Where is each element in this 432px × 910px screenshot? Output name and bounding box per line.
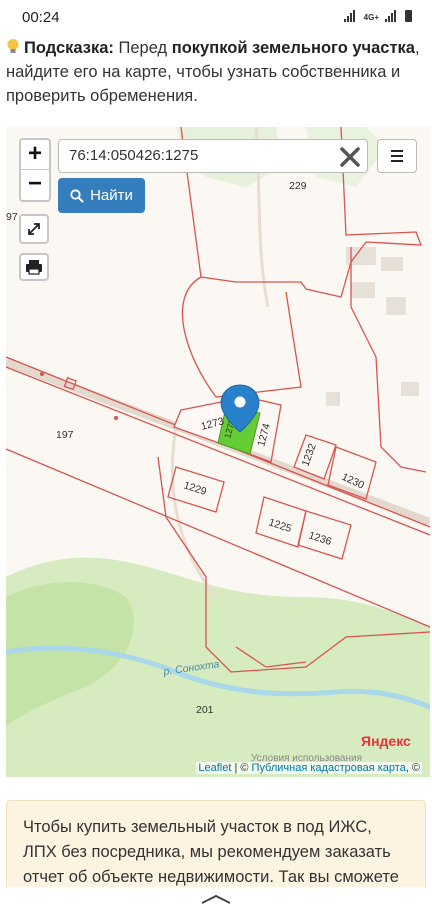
hamburger-menu-icon	[391, 150, 403, 162]
layers-menu-button[interactable]	[377, 139, 417, 173]
clear-search-button[interactable]	[337, 144, 363, 170]
expand-icon	[28, 223, 40, 235]
yandex-logo: Яндекс	[361, 733, 411, 749]
signal-icon-2	[385, 10, 399, 22]
hint-bold: покупкой земельного участка	[171, 39, 415, 57]
printer-icon	[26, 260, 42, 275]
cadastral-number-input[interactable]	[69, 147, 329, 164]
attribution-suffix: , ©	[405, 762, 420, 774]
system-icons: 4G+	[343, 10, 412, 22]
parcel-label-1236: 1236	[307, 529, 333, 548]
fullscreen-button[interactable]	[19, 214, 49, 244]
status-bar: 00:24 4G+	[0, 0, 432, 34]
print-button[interactable]	[19, 253, 49, 281]
parcel-label-1229: 1229	[182, 479, 208, 498]
find-button[interactable]: Найти	[58, 178, 145, 213]
zoom-control: + −	[19, 138, 51, 202]
network-type: 4G+	[363, 13, 379, 22]
pkk-link[interactable]: Публичная кадастровая карта	[252, 762, 406, 774]
parcel-label-97: 97	[6, 211, 18, 223]
report-cta-text: Чтобы купить земельный участок в под ИЖС…	[23, 818, 399, 886]
find-button-label: Найти	[90, 187, 133, 204]
hint-text-1: Перед	[113, 39, 172, 57]
battery-icon	[405, 10, 412, 22]
search-icon	[70, 188, 84, 202]
parcel-label-201: 201	[196, 704, 214, 716]
map-attribution: Leaflet | © Публичная кадастровая карта,…	[196, 762, 422, 774]
hint-label: Подсказка:	[24, 39, 114, 57]
zoom-in-button[interactable]: +	[21, 140, 49, 170]
signal-icon	[343, 10, 358, 22]
zoom-out-button[interactable]: −	[21, 170, 49, 200]
parcel-label-1225: 1225	[267, 516, 293, 535]
status-time: 00:24	[22, 9, 60, 26]
parcel-label-229: 229	[289, 180, 307, 192]
hint-text: Подсказка: Перед покупкой земельного уча…	[6, 36, 426, 108]
leaflet-link[interactable]: Leaflet	[198, 762, 231, 774]
nav-bar	[0, 887, 432, 910]
map-tiles[interactable]: 229 97 197 1273 1275 1274 1232 1230 1229…	[6, 127, 430, 777]
lightbulb-icon	[7, 39, 19, 53]
chevron-up-icon[interactable]	[200, 893, 232, 905]
attribution-sep: | ©	[231, 762, 252, 774]
parcel-label-1274: 1274	[255, 422, 273, 448]
cadastral-map[interactable]: 229 97 197 1273 1275 1274 1232 1230 1229…	[6, 127, 430, 777]
cadastral-search	[58, 139, 368, 173]
parcel-label-197: 197	[56, 429, 74, 441]
